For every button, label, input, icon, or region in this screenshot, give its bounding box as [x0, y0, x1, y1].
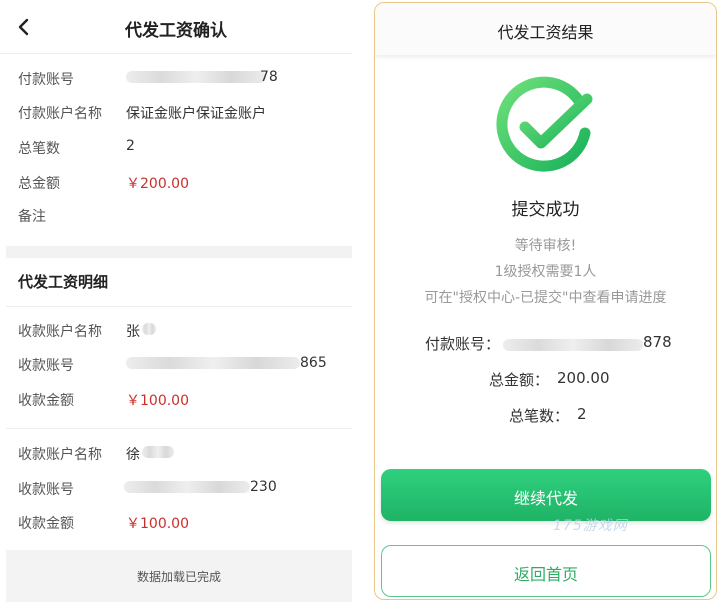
watermark: 175游戏网: [553, 518, 628, 534]
field-label: 收款金额: [18, 393, 74, 409]
payee-account-row: 收款账号 865: [18, 352, 338, 376]
home-button[interactable]: 返回首页: [381, 545, 711, 597]
masked-value: [503, 339, 643, 351]
result-panel: 代发工资结果 提交成功 等待审核! 1级授权需要1人 可在"授权中心-已提交"中…: [374, 2, 717, 600]
field-label: 付款账户名称: [18, 106, 102, 122]
total-count-row: 总笔数 2: [18, 135, 338, 159]
field-value: 徐: [126, 447, 140, 463]
divider: [6, 428, 352, 429]
field-label: 付款账号: [18, 72, 74, 88]
field-value: ￥100.00: [126, 516, 189, 532]
field-value: 865: [300, 355, 327, 371]
masked-value: [142, 323, 156, 335]
field-label: 收款账号: [18, 358, 74, 374]
field-label: 总金额: [18, 176, 60, 192]
section-divider: [6, 246, 352, 258]
payee-name-row: 收款账户名称 徐: [18, 441, 338, 465]
pay-account-value: 878: [643, 333, 672, 351]
pay-account-row: 付款账号 78: [18, 66, 338, 90]
status-message: 可在"授权中心-已提交"中查看申请进度: [424, 290, 667, 306]
confirm-panel: 代发工资确认 付款账号 78 付款账户名称 保证金账户保证金账户 总笔数 2 总…: [0, 0, 358, 602]
page-title: 代发工资确认: [125, 21, 227, 41]
continue-button[interactable]: 继续代发: [381, 469, 711, 521]
field-label: 收款金额: [18, 516, 74, 532]
page-title: 代发工资结果: [497, 23, 594, 42]
total-amount-row: 总金额 ￥200.00: [18, 170, 338, 194]
field-value: 张: [126, 324, 140, 340]
remark-row: 备注: [18, 203, 338, 227]
payee-account-row: 收款账号 230: [18, 476, 338, 500]
masked-value: [126, 71, 266, 83]
payee-amount-row: 收款金额 ￥100.00: [18, 510, 338, 534]
result-header: 代发工资结果: [375, 3, 716, 55]
masked-value: [126, 357, 300, 369]
field-label: 备注: [18, 209, 46, 225]
check-circle-icon: [487, 73, 605, 183]
status-title: 提交成功: [511, 200, 580, 220]
field-value: 保证金账户保证金账户: [126, 106, 266, 122]
field-value: ￥200.00: [126, 176, 189, 192]
divider: [6, 306, 352, 307]
total-count-value: 2: [577, 405, 587, 423]
pay-account-label: 付款账号：: [425, 335, 501, 353]
section-title: 代发工资明细: [18, 273, 109, 291]
confirm-header: 代发工资确认: [0, 0, 352, 54]
field-label: 收款账户名称: [18, 324, 102, 340]
field-label: 总笔数: [18, 141, 60, 157]
masked-value: [142, 446, 174, 458]
field-label: 收款账号: [18, 482, 74, 498]
load-status: 数据加载已完成: [6, 550, 352, 602]
status-message: 1级授权需要1人: [494, 264, 597, 280]
pay-account-name-row: 付款账户名称 保证金账户保证金账户: [18, 100, 338, 124]
payee-name-row: 收款账户名称 张: [18, 318, 338, 342]
total-amount-label: 总金额：: [489, 371, 550, 389]
total-count-label: 总笔数：: [509, 407, 570, 425]
field-value: 2: [126, 138, 135, 154]
status-message: 等待审核!: [514, 238, 577, 254]
field-value: ￥100.00: [126, 393, 189, 409]
field-value: 230: [250, 479, 277, 495]
masked-value: [124, 481, 250, 493]
field-value: 78: [260, 69, 278, 85]
total-amount-value: 200.00: [557, 369, 610, 387]
field-label: 收款账户名称: [18, 447, 102, 463]
payee-amount-row: 收款金额 ￥100.00: [18, 387, 338, 411]
